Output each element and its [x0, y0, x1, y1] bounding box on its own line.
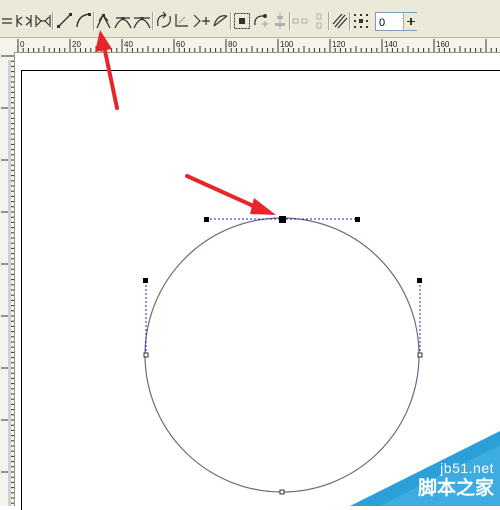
- ruler-label: 100: [280, 40, 294, 49]
- align-nodes-icon[interactable]: [270, 11, 290, 31]
- ruler-label: 20: [72, 40, 81, 49]
- select-all-nodes-icon[interactable]: [351, 11, 371, 31]
- cusp-node-icon[interactable]: [94, 11, 114, 31]
- property-bar: [0, 8, 500, 38]
- rotate-skew-nodes-icon[interactable]: [251, 11, 271, 31]
- horizontal-reflect-nodes-icon[interactable]: [290, 11, 310, 31]
- reverse-direction-icon[interactable]: [154, 11, 174, 31]
- ruler-label: 80: [228, 40, 237, 49]
- convert-to-line-icon[interactable]: [55, 11, 75, 31]
- auto-close-curve-icon[interactable]: [211, 11, 231, 31]
- watermark-name: 脚本之家: [417, 477, 494, 499]
- ruler-label: 160: [436, 40, 450, 49]
- page-shadow: [8, 60, 11, 506]
- convert-to-curve-icon[interactable]: [74, 11, 94, 31]
- smooth-node-icon[interactable]: [113, 11, 133, 31]
- ruler-label: 40: [124, 40, 133, 49]
- ruler-label: 140: [384, 40, 398, 49]
- ruler-label: 120: [332, 40, 346, 49]
- symmetrical-node-icon[interactable]: [132, 11, 152, 31]
- smoothness-slider-icon[interactable]: [403, 13, 418, 30]
- ruler-label: 60: [176, 40, 185, 49]
- curve-smoothness-input[interactable]: [376, 15, 403, 29]
- elastic-mode-icon[interactable]: [330, 11, 350, 31]
- extend-curve-icon[interactable]: [173, 11, 193, 31]
- join-nodes-icon[interactable]: [14, 11, 34, 31]
- horizontal-ruler: 0 20 40 60 80 100 120 140 160: [0, 38, 500, 53]
- extract-subpath-icon[interactable]: [192, 11, 212, 31]
- stretch-scale-nodes-icon[interactable]: [232, 11, 252, 31]
- ruler-label: 0: [20, 40, 25, 49]
- break-apart-icon[interactable]: [33, 11, 53, 31]
- vertical-reflect-nodes-icon[interactable]: [309, 11, 329, 31]
